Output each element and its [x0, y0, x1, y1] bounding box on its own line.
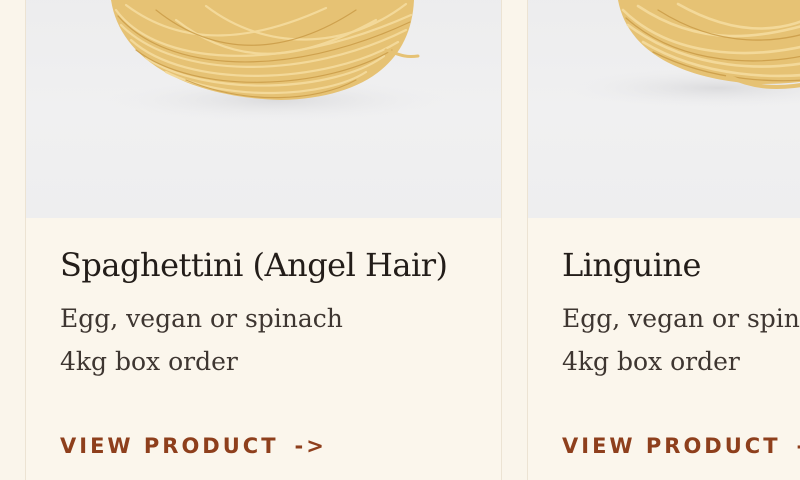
product-variants: Egg, vegan or spinach [60, 304, 343, 333]
arrow-right-icon: -> [797, 434, 800, 458]
product-title: Linguine [562, 246, 701, 284]
view-product-label: VIEW PRODUCT [562, 434, 781, 458]
view-product-link[interactable]: VIEW PRODUCT -> [60, 434, 327, 458]
product-order-size: 4kg box order [562, 347, 740, 376]
product-title: Spaghettini (Angel Hair) [60, 246, 448, 284]
product-card-spaghettini[interactable]: Spaghettini (Angel Hair) Egg, vegan or s… [25, 0, 502, 480]
view-product-label: VIEW PRODUCT [60, 434, 279, 458]
product-image-spaghettini[interactable] [26, 0, 501, 218]
pasta-nest-illustration [568, 0, 800, 108]
arrow-right-icon: -> [294, 434, 327, 458]
product-order-size: 4kg box order [60, 347, 238, 376]
view-product-link[interactable]: VIEW PRODUCT -> [562, 434, 800, 458]
product-variants: Egg, vegan or spinach [562, 304, 800, 333]
product-card-linguine[interactable]: Linguine Egg, vegan or spinach 4kg box o… [527, 0, 800, 480]
product-image-linguine[interactable] [528, 0, 800, 218]
product-grid: Spaghettini (Angel Hair) Egg, vegan or s… [0, 0, 800, 480]
pasta-nest-illustration [106, 0, 446, 122]
